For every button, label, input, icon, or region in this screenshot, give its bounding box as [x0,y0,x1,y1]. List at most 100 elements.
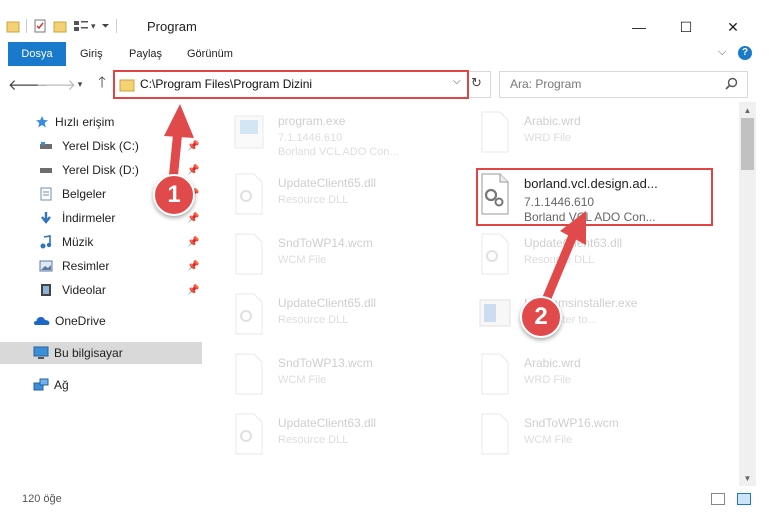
installer-file-icon [479,299,511,327]
scroll-down-icon[interactable]: ▼ [739,470,756,486]
pin-icon[interactable]: 📌 [187,213,199,224]
sidebar-item-music[interactable]: Müzik 📌 [0,231,202,253]
explorer-window: ▾ ⏷ Program — ☐ ✕ Dosya Giriş Paylaş Gör… [0,0,769,523]
up-button[interactable]: 🡑 [92,74,112,94]
sidebar-item-label: Hızlı erişim [55,115,115,129]
network-icon [33,378,49,391]
sidebar-item-pictures[interactable]: Resimler 📌 [0,255,202,277]
large-icons-view-icon[interactable] [737,493,751,505]
file-name: UpdateClient65.dll [278,296,377,310]
status-bar: 120 öğe [0,488,769,510]
file-name: Arabic.wrd [524,356,581,370]
help-button[interactable]: ? [738,46,752,60]
forward-button[interactable]: 🡒 [36,74,76,94]
details-view-icon[interactable] [711,493,725,505]
list-item[interactable]: program.exe 7.1.1446.610 Borland VCL ADO… [232,106,472,162]
list-item[interactable]: SndToWP14.wcm WCM File [232,228,472,284]
file-type: WRD File [524,374,572,386]
refresh-icon[interactable]: ↻ [471,75,482,91]
file-type: WCM File [524,434,573,446]
sidebar-item-label: Resimler [62,259,110,273]
pin-icon[interactable]: 📌 [187,285,199,296]
drive-icon [40,168,52,173]
sidebar-item-label: Bu bilgisayar [54,346,123,360]
tab-home[interactable]: Giriş [68,42,115,66]
file-name: Arabic.wrd [524,114,581,128]
folder-icon[interactable] [6,19,20,33]
tab-view[interactable]: Görünüm [175,42,245,66]
toolbar-separator [26,19,27,33]
new-folder-icon[interactable] [53,19,67,33]
file-description: Borland VCL ADO Con... [278,146,399,158]
sidebar-item-label: Ağ [54,378,69,392]
sidebar-item-network[interactable]: Ağ [0,374,202,396]
file-type: Resource DLL [278,194,349,206]
exe-file-icon [234,115,264,149]
dll-file-icon [481,233,509,275]
sidebar-item-videos[interactable]: Videolar 📌 [0,279,202,301]
drive-icon [40,142,52,149]
close-button[interactable]: ✕ [710,14,756,40]
file-name: SndToWP13.wcm [278,356,373,370]
file-version: 7.1.1446.610 [278,132,343,144]
sidebar-item-label: Belgeler [62,187,107,201]
file-name: UpdateClient63.dll [278,416,377,430]
sidebar-item-label: OneDrive [55,314,106,328]
customize-toolbar-icon[interactable]: ⏷ [102,21,110,32]
file-name: UpdateClient65.dll [278,176,377,190]
step-badge-2: 2 [520,296,562,338]
document-file-icon [481,353,509,395]
scrollbar-thumb[interactable] [741,118,754,170]
properties-icon[interactable] [33,19,47,33]
file-type: WCM File [278,254,327,266]
dll-file-icon [235,293,263,335]
pin-icon[interactable]: 📌 [187,237,199,248]
folder-icon [119,79,135,92]
quick-access-toolbar: ▾ ⏷ [6,17,123,35]
file-type: Resource DLL [278,434,349,446]
tab-share[interactable]: Paylaş [117,42,174,66]
expand-ribbon-icon[interactable]: ⌵ [718,46,726,59]
search-input[interactable]: Ara: Program [510,77,581,91]
minimize-button[interactable]: — [616,14,662,40]
step-badge-1: 1 [153,174,195,216]
ribbon-tabs: Dosya Giriş Paylaş Görünüm ⌵ ? [0,42,769,98]
list-item[interactable]: UpdateClient65.dll Resource DLL [232,168,472,224]
list-item[interactable]: UpdateClient63.dll Resource DLL [232,408,472,464]
scroll-up-icon[interactable]: ▲ [739,102,756,118]
list-item[interactable]: SndToWP13.wcm WCM File [232,348,472,404]
document-file-icon [235,353,263,395]
pictures-icon [39,260,53,272]
address-path[interactable]: C:\Program Files\Program Dizini [140,77,312,91]
chevron-down-icon[interactable]: ▾ [91,21,96,32]
star-icon [36,116,48,128]
document-file-icon [481,413,509,455]
documents-icon [40,187,52,201]
list-item[interactable]: Arabic.wrd WRD File [478,348,718,404]
sidebar-item-label: Yerel Disk (C:) [62,139,139,153]
file-list: program.exe 7.1.1446.610 Borland VCL ADO… [205,102,739,486]
file-name: SndToWP14.wcm [278,236,373,250]
sidebar-item-onedrive[interactable]: OneDrive [0,310,202,332]
address-dropdown-icon[interactable]: ⌵ [453,76,461,87]
sidebar-item-this-pc[interactable]: Bu bilgisayar [0,342,202,364]
sidebar-item-label: Yerel Disk (D:) [62,163,139,177]
file-type: WRD File [524,132,572,144]
vertical-scrollbar[interactable]: ▲ ▼ [739,102,756,486]
document-file-icon [235,233,263,275]
list-item[interactable]: UpdateClient65.dll Resource DLL [232,288,472,344]
list-item[interactable]: SndToWP16.wcm WCM File [478,408,718,464]
maximize-button[interactable]: ☐ [663,14,709,40]
layout-icon[interactable] [73,19,89,33]
dll-file-icon [235,173,263,215]
title-bar: ▾ ⏷ Program — ☐ ✕ [0,0,769,42]
music-icon [40,235,52,249]
pin-icon[interactable]: 📌 [187,261,199,272]
file-name: program.exe [278,114,346,128]
videos-icon [41,284,51,296]
sidebar-item-label: Videolar [62,283,106,297]
recent-locations-button[interactable]: ▾ [70,74,90,94]
list-item[interactable]: Arabic.wrd WRD File [478,106,718,162]
search-icon[interactable] [725,77,738,90]
file-name: SndToWP16.wcm [524,416,619,430]
